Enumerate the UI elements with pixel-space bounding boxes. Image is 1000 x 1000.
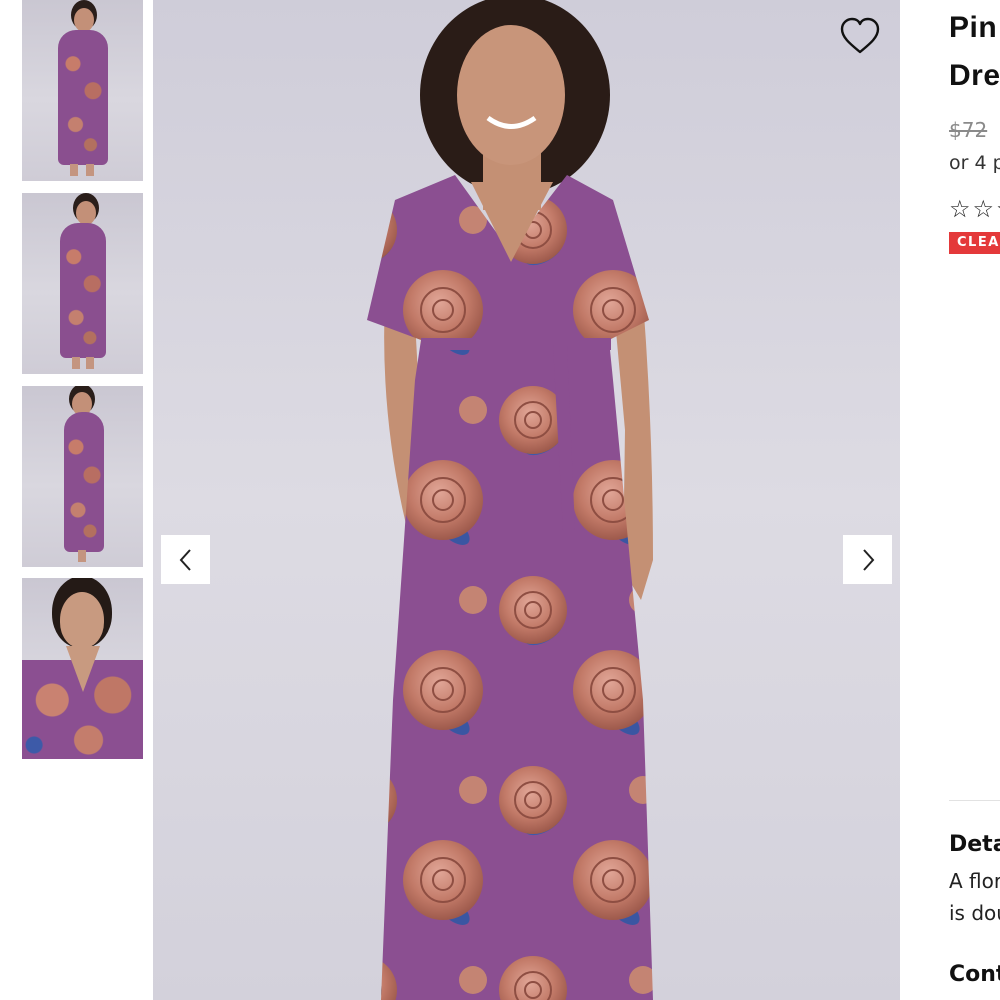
product-info-panel: Pin Dre $72 or 4 p ☆ ☆ ☆ CLEA Deta A flo… xyxy=(949,0,1000,1000)
star-outline-icon: ☆ xyxy=(949,195,971,223)
dress xyxy=(367,175,653,1000)
thumbnail-leg xyxy=(78,550,86,562)
thumbnail-leg xyxy=(86,164,94,176)
thumbnail-front-full[interactable] xyxy=(22,0,143,181)
heart-outline-icon xyxy=(840,17,880,54)
chevron-right-icon xyxy=(862,548,874,571)
star-outline-icon: ☆ xyxy=(972,195,995,223)
thumbnail-side[interactable] xyxy=(22,386,143,567)
thumbnail-dress xyxy=(58,30,108,165)
details-description: A flor is dou xyxy=(949,865,1000,929)
previous-image-button[interactable] xyxy=(161,535,210,584)
model-photo xyxy=(367,0,653,1000)
details-line-1: A flor xyxy=(949,869,1000,893)
star-outline-icon: ☆ xyxy=(996,195,1000,223)
thumbnail-model-head xyxy=(76,201,96,225)
product-title-line-2: Dre xyxy=(949,59,1000,92)
thumbnail-dress xyxy=(64,412,104,552)
thumbnail-dress xyxy=(60,223,106,358)
chevron-left-icon xyxy=(179,548,191,571)
thumbnail-model-face xyxy=(60,592,104,648)
next-image-button[interactable] xyxy=(843,535,892,584)
installments-text[interactable]: or 4 p xyxy=(949,152,1000,174)
wishlist-button[interactable] xyxy=(838,16,882,56)
rating-stars[interactable]: ☆ ☆ ☆ xyxy=(949,195,1000,223)
thumbnail-close-up[interactable] xyxy=(22,578,143,759)
thumbnail-leg xyxy=(70,164,78,176)
product-title: Pin Dre xyxy=(949,4,1000,100)
section-divider xyxy=(949,800,1000,801)
contents-heading[interactable]: Cont xyxy=(949,962,1000,987)
clearance-badge: CLEA xyxy=(949,232,1000,254)
waist-tie xyxy=(421,338,611,350)
details-line-2: is dou xyxy=(949,901,1000,925)
thumbnail-leg xyxy=(86,357,94,369)
thumbnail-front-tie[interactable] xyxy=(22,193,143,374)
thumbnail-leg xyxy=(72,357,80,369)
details-heading[interactable]: Deta xyxy=(949,832,1000,857)
original-price: $72 xyxy=(949,118,988,142)
product-title-line-1: Pin xyxy=(949,11,998,44)
main-product-image xyxy=(153,0,900,1000)
face xyxy=(457,25,565,165)
thumbnail-model-head xyxy=(74,8,94,32)
